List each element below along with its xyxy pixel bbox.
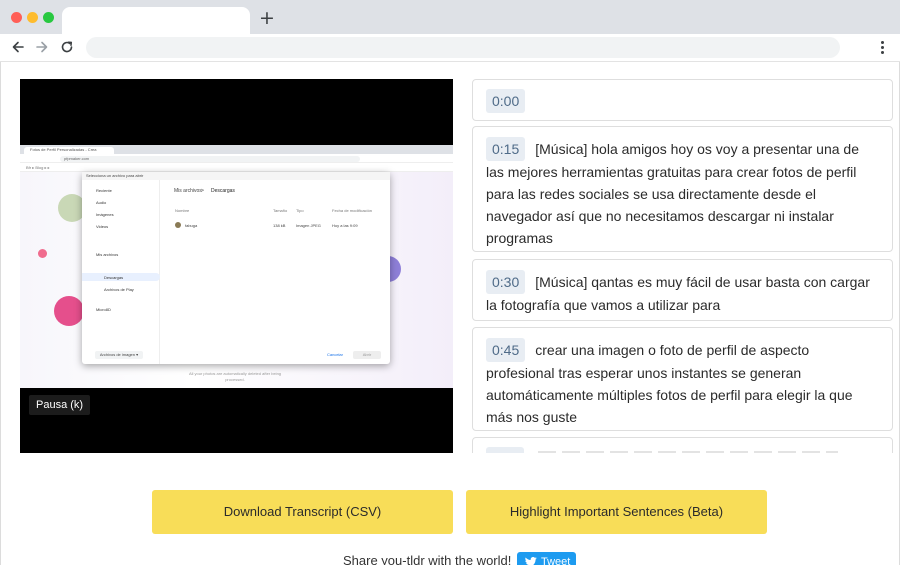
frame-tab: Fotos de Perfil Personalizadas - Crea (24, 147, 114, 154)
file-name: fabuga (185, 223, 198, 228)
column-header: Tipo (296, 208, 304, 213)
dialog-title: Selecciona un archivo para abrir (82, 172, 390, 180)
video-player[interactable]: Fotos de Perfil Personalizadas - Crea pf… (20, 79, 453, 453)
transcript-segment[interactable]: 0:45 crear una imagen o foto de perfil de… (472, 327, 893, 431)
column-header: Fecha de modificación (332, 208, 373, 213)
video-frame: Fotos de Perfil Personalizadas - Crea pf… (20, 145, 453, 388)
tweet-button[interactable]: Tweet (517, 552, 576, 565)
sidebar-item: Micro8D (96, 307, 111, 312)
path-segment: Descargas (211, 188, 235, 194)
browser-toolbar (0, 34, 900, 62)
path-segment: Mis archivos (174, 188, 202, 194)
frame-footer-note: All your photos are automatically delete… (188, 371, 282, 382)
twitter-bird-icon (525, 557, 537, 565)
frame-bookmarks: Bfr ▸ Blog ▸ ▸ (20, 163, 453, 172)
frame-url: pfpmaker.com (60, 156, 360, 162)
pink-dot (38, 249, 47, 258)
file-date: Hoy a las 9:09 (332, 223, 358, 228)
segment-text: [Música] hola amigos hoy os voy a presen… (486, 141, 859, 246)
timestamp-link[interactable]: 0:30 (486, 270, 526, 294)
address-bar[interactable] (86, 37, 840, 58)
back-arrow-icon[interactable] (9, 38, 27, 56)
download-transcript-button[interactable]: Download Transcript (CSV) (152, 490, 453, 534)
file-size: 138 kB (273, 223, 286, 228)
column-header: Nombre (175, 208, 190, 213)
transcript-list[interactable]: 0:00 0:15 [Música] hola amigos hoy os voy… (472, 79, 893, 453)
timestamp-link[interactable]: 0:00 (486, 89, 526, 113)
timestamp-chip-partial (486, 447, 524, 453)
transcript-segment[interactable]: 0:15 [Música] hola amigos hoy os voy a pr… (472, 126, 893, 252)
browser-tab-bar: + (0, 0, 900, 34)
tweet-label: Tweet (541, 556, 571, 565)
transcript-segment-partial[interactable] (472, 437, 893, 453)
timestamp-link[interactable]: 0:15 (486, 137, 526, 161)
column-header: Tamaño (273, 208, 288, 213)
sidebar-item: Reciente (96, 188, 112, 193)
sidebar-item: Mis archivos (96, 252, 119, 257)
sidebar-item: Archivos de Play (104, 287, 134, 292)
transcript-segment[interactable]: 0:30 [Música] qantas es muy fácil de usar… (472, 259, 893, 321)
sidebar-item: Audio (96, 200, 107, 205)
segment-text-partial (538, 451, 838, 453)
browser-tab[interactable] (62, 7, 250, 34)
segment-text: [Música] qantas es muy fácil de usar bas… (486, 274, 870, 313)
share-text: Share you-tldr with the world! (343, 553, 512, 565)
dialog-cancel-button: Cancelar (326, 352, 343, 357)
dialog-main: Mis archivos > Descargas Nombre Tamaño T… (95, 180, 390, 364)
sidebar-item: Imágenes (96, 212, 114, 217)
close-window-dot[interactable] (11, 12, 22, 23)
reload-icon[interactable] (58, 38, 76, 56)
sidebar-item: Videos (96, 224, 109, 229)
new-tab-button[interactable]: + (259, 8, 275, 28)
dialog-open-button: Abrir (353, 351, 381, 359)
minimize-window-dot[interactable] (27, 12, 38, 23)
frame-address-bar: pfpmaker.com (20, 154, 453, 163)
pause-tooltip: Pausa (k) (29, 395, 91, 415)
maximize-window-dot[interactable] (43, 12, 54, 23)
path-separator: > (201, 188, 204, 194)
frame-tab-title: Fotos de Perfil Personalizadas - Crea (30, 147, 97, 152)
segment-text: crear una imagen o foto de perfil de asp… (486, 342, 853, 425)
timestamp-link[interactable]: 0:45 (486, 338, 526, 362)
file-type: Imagen JPEG (296, 223, 321, 228)
file-filter-select: Archivos de imagen ▾ (95, 351, 143, 359)
file-dialog: Selecciona un archivo para abrir Recient… (82, 172, 390, 364)
dialog-sidebar: Reciente Audio Imágenes Videos Mis archi… (82, 180, 160, 364)
forward-arrow-icon[interactable] (33, 38, 51, 56)
sidebar-item: Descargas (104, 275, 124, 280)
file-thumbnail (175, 222, 181, 228)
highlight-sentences-button[interactable]: Highlight Important Sentences (Beta) (466, 490, 767, 534)
page-content: Fotos de Perfil Personalizadas - Crea pf… (0, 62, 900, 565)
transcript-segment[interactable]: 0:00 (472, 79, 893, 121)
avatar-blob (54, 296, 84, 326)
more-vert-icon[interactable] (874, 38, 890, 56)
frame-tab-bar: Fotos de Perfil Personalizadas - Crea (20, 145, 453, 154)
